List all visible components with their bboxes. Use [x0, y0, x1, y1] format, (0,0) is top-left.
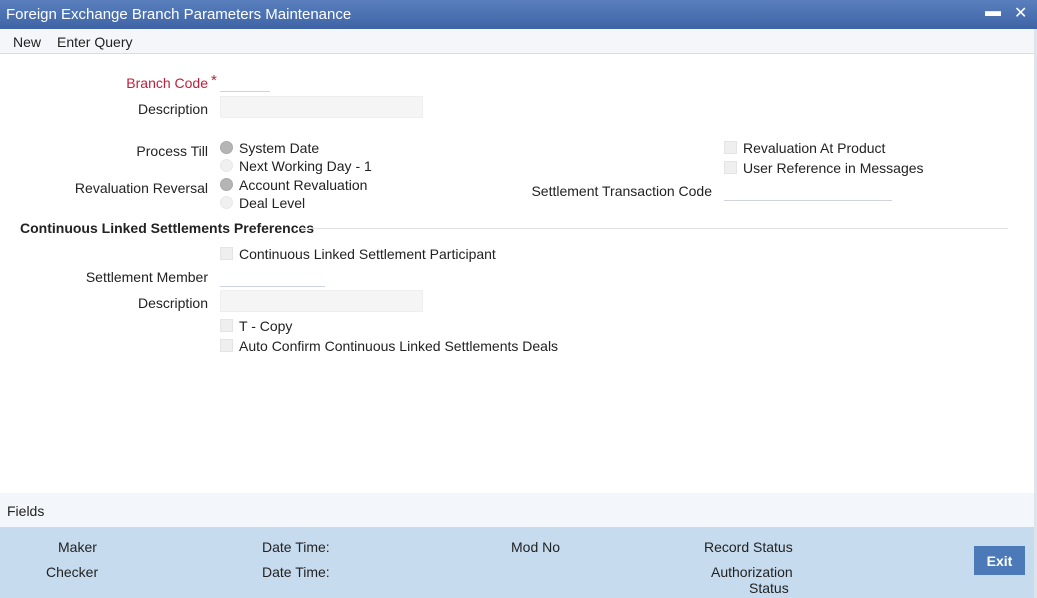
t-copy-checkbox[interactable]: [220, 319, 233, 332]
checker-label: Checker: [46, 564, 99, 580]
cls-participant-checkbox[interactable]: [220, 247, 233, 260]
radio-system-date[interactable]: [220, 141, 233, 154]
cls-participant-label: Continuous Linked Settlement Participant: [239, 246, 496, 262]
settlement-member-input[interactable]: [220, 267, 325, 287]
cls-description-field[interactable]: [220, 290, 423, 312]
exit-button[interactable]: Exit: [974, 546, 1025, 575]
process-till-label: Process Till: [136, 143, 208, 159]
branch-code-input[interactable]: [220, 72, 270, 92]
settlement-transaction-code-label: Settlement Transaction Code: [531, 183, 712, 199]
revaluation-at-product-label: Revaluation At Product: [743, 140, 886, 156]
required-marker: *: [211, 72, 217, 89]
radio-account-revaluation[interactable]: [220, 178, 233, 191]
checker-date-time-label: Date Time:: [262, 564, 330, 580]
t-copy-label: T - Copy: [239, 318, 293, 334]
section-cls-preferences: Continuous Linked Settlements Preference…: [20, 220, 315, 236]
auto-confirm-label: Auto Confirm Continuous Linked Settlemen…: [239, 338, 559, 354]
revaluation-at-product-checkbox[interactable]: [724, 141, 737, 154]
fields-link[interactable]: Fields: [7, 503, 44, 519]
user-reference-label: User Reference in Messages: [743, 160, 924, 176]
settlement-transaction-code-input[interactable]: [724, 181, 892, 201]
branch-code-label: Branch Code: [126, 75, 208, 91]
option-deal-level: Deal Level: [239, 195, 306, 211]
window-title: Foreign Exchange Branch Parameters Maint…: [6, 6, 352, 23]
menu-new[interactable]: New: [13, 34, 41, 50]
audit-footer: Maker Checker Date Time: Date Time: Mod …: [0, 527, 1037, 598]
authorization-status-label: Status: [749, 580, 789, 596]
fields-bar: Fields: [0, 493, 1037, 527]
window-title-bar: Foreign Exchange Branch Parameters Maint…: [0, 0, 1037, 29]
mod-no-label: Mod No: [511, 539, 561, 555]
settlement-member-label: Settlement Member: [85, 269, 208, 285]
authorization-label: Authorization: [711, 564, 793, 580]
menu-bar: New Enter Query: [0, 29, 1037, 54]
radio-next-working-day[interactable]: [220, 159, 233, 172]
record-status-label: Record Status: [704, 539, 793, 555]
maker-date-time-label: Date Time:: [262, 539, 330, 555]
option-account-revaluation: Account Revaluation: [239, 177, 368, 193]
option-system-date: System Date: [239, 140, 320, 156]
maker-label: Maker: [58, 539, 97, 555]
close-icon[interactable]: ✕: [1014, 3, 1027, 23]
menu-enter-query[interactable]: Enter Query: [57, 34, 132, 50]
description-field[interactable]: [220, 96, 423, 118]
auto-confirm-checkbox[interactable]: [220, 339, 233, 352]
section-divider: [300, 228, 1008, 229]
revaluation-reversal-label: Revaluation Reversal: [74, 180, 208, 196]
cls-description-label: Description: [137, 295, 208, 311]
radio-deal-level[interactable]: [220, 196, 233, 209]
description-label: Description: [137, 101, 208, 117]
minimize-icon[interactable]: ▬: [985, 3, 1001, 21]
user-reference-checkbox[interactable]: [724, 161, 737, 174]
option-next-working-day: Next Working Day - 1: [239, 158, 372, 174]
